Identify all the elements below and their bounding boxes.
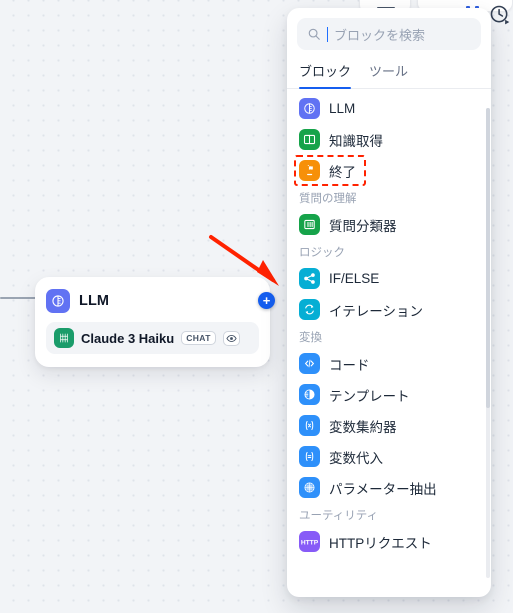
template-icon (299, 384, 320, 405)
block-list-item[interactable]: 質問分類器 (287, 209, 491, 240)
add-block-button[interactable]: + (258, 292, 275, 309)
llm-model-selector[interactable]: Claude 3 Haiku CHAT (46, 322, 259, 354)
llm-icon (46, 289, 70, 313)
block-list-item-label: コード (329, 357, 370, 373)
block-list-item[interactable]: 終了 (287, 155, 491, 186)
anthropic-claude-icon (54, 328, 74, 348)
block-list-item-label: 質問分類器 (329, 218, 397, 234)
block-list-item-label: IF/ELSE (329, 271, 380, 286)
block-list-item[interactable]: 変数代入 (287, 441, 491, 472)
block-list-item-label: 終了 (329, 164, 356, 180)
tab-blocks[interactable]: ブロック (299, 61, 352, 89)
variable-aggregator-icon (299, 415, 320, 436)
history-clock-icon[interactable] (489, 4, 511, 26)
search-placeholder: ブロックを検索 (334, 27, 426, 43)
block-group-label: ロジック (299, 247, 345, 259)
block-list-item[interactable]: パラメーター抽出 (287, 472, 491, 503)
block-list[interactable]: LLM 知識取得終了質問の理解質問分類器ロジック IF/ELSE イテレーション変換コ… (287, 89, 491, 585)
variable-assigner-icon (299, 446, 320, 467)
question-classifier-icon (299, 214, 320, 235)
llm-model-mode-badge: CHAT (181, 331, 216, 345)
eye-icon[interactable] (222, 330, 240, 346)
parameter-extractor-icon (299, 477, 320, 498)
svg-text:HTTP: HTTP (301, 539, 319, 546)
panel-scrollbar[interactable] (486, 108, 490, 578)
block-list-item-label: パラメーター抽出 (329, 481, 437, 497)
block-group-label: 変換 (299, 332, 322, 344)
block-list-item-label: 変数集約器 (329, 419, 397, 435)
http-request-icon: HTTP (299, 531, 320, 552)
block-group-label: 質問の理解 (299, 193, 357, 205)
if-else-icon (299, 268, 320, 289)
panel-tabs[interactable]: ブロック ツール (287, 52, 491, 89)
block-list-item-label: テンプレート (329, 388, 410, 404)
block-list-item[interactable]: テンプレート (287, 379, 491, 410)
text-caret (327, 26, 328, 42)
llm-node-title: LLM (79, 293, 110, 309)
block-list-item-label: HTTPリクエスト (329, 535, 432, 551)
block-list-item[interactable]: 知識取得 (287, 124, 491, 155)
knowledge-retrieval-icon (299, 129, 320, 150)
llm-node[interactable]: LLM + Claude 3 Haiku CHAT (35, 277, 275, 367)
code-icon (299, 353, 320, 374)
block-list-item[interactable]: IF/ELSE (287, 263, 491, 294)
block-list-item[interactable]: LLM (287, 93, 491, 124)
llm-icon (299, 98, 320, 119)
iteration-icon (299, 299, 320, 320)
block-list-item-label: LLM (329, 101, 356, 116)
node-incoming-edge (0, 297, 40, 299)
block-list-item[interactable]: イテレーション (287, 294, 491, 325)
block-list-item-label: 知識取得 (329, 133, 383, 149)
block-list-item-label: イテレーション (329, 303, 423, 319)
block-selector-panel[interactable]: ブロックを検索 ブロック ツール LLM 知識取得終了質問の理解質問分類器ロジック… (287, 8, 491, 597)
block-list-item[interactable]: 変数集約器 (287, 410, 491, 441)
block-group-label: ユーティリティ (299, 510, 379, 522)
search-input[interactable]: ブロックを検索 (297, 18, 481, 50)
tab-tools[interactable]: ツール (369, 61, 408, 88)
block-list-item-label: 変数代入 (329, 450, 383, 466)
llm-node-header: LLM + (46, 287, 275, 315)
panel-search-area: ブロックを検索 (287, 8, 491, 52)
block-list-item[interactable]: コード (287, 348, 491, 379)
block-list-item[interactable]: HTTP HTTPリクエスト (287, 526, 491, 557)
llm-model-name: Claude 3 Haiku (81, 330, 175, 346)
annotation-arrow (209, 235, 279, 286)
search-icon (307, 27, 321, 41)
end-icon (299, 160, 320, 181)
